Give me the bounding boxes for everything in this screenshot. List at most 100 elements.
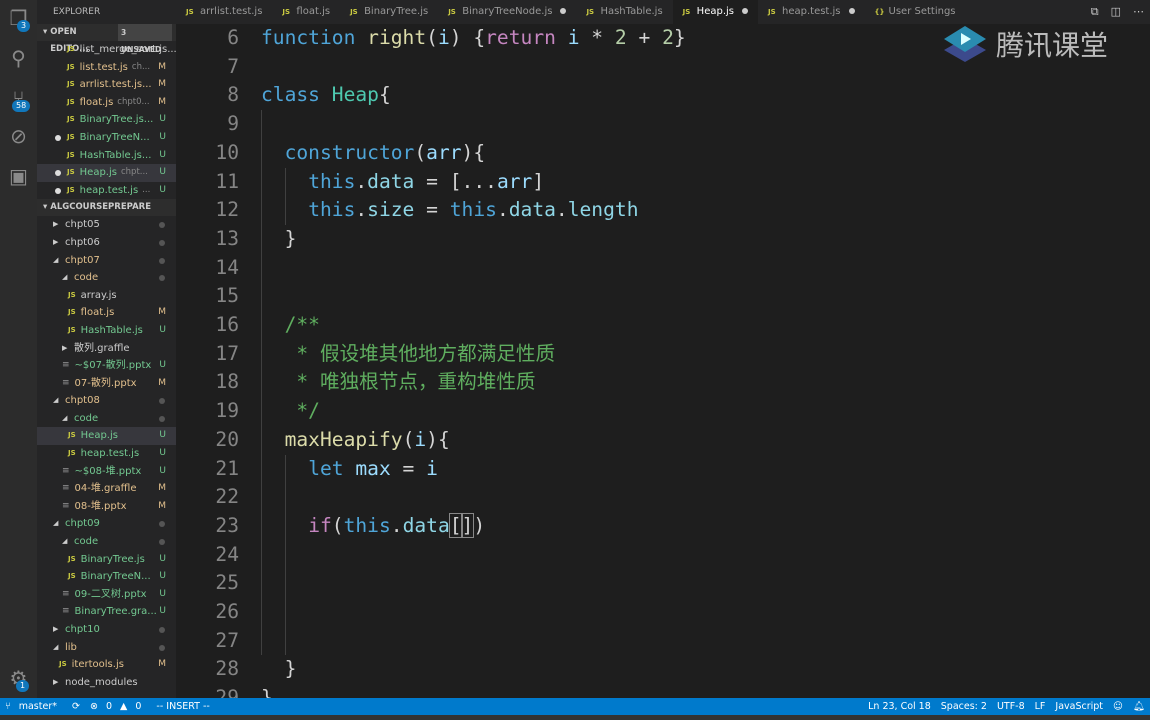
tree-item[interactable]: ▶ node_modules bbox=[37, 674, 176, 692]
tree-item[interactable]: ≡ ~$08-堆.pptx U bbox=[37, 463, 176, 481]
tree-item[interactable]: ◢ code bbox=[37, 269, 176, 287]
project-header[interactable]: ▾ ALGCOURSEPREPARE bbox=[37, 199, 176, 217]
tab-float-js[interactable]: JS float.js bbox=[272, 0, 340, 24]
tree-item[interactable]: JS BinaryTree.js U bbox=[37, 551, 176, 569]
tree-item[interactable]: ≡ 09-二叉树.pptx U bbox=[37, 586, 176, 604]
js-file-icon: JS bbox=[67, 97, 75, 106]
explorer-icon[interactable]: ❐ 3 bbox=[0, 0, 37, 36]
tree-item[interactable]: ◢ chpt08 bbox=[37, 392, 176, 410]
tree-item[interactable]: ◢ chpt07 bbox=[37, 252, 176, 270]
encoding[interactable]: UTF-8 bbox=[997, 701, 1025, 712]
tab-user-settings[interactable]: {} User Settings bbox=[865, 0, 966, 24]
more-icon[interactable]: ⋯ bbox=[1133, 0, 1144, 24]
cursor-position[interactable]: Ln 23, Col 18 bbox=[868, 701, 931, 712]
open-editor-item[interactable]: JS arrlist.test.js... M bbox=[37, 76, 176, 94]
gear-icon[interactable]: ⚙ 1 bbox=[0, 660, 37, 696]
open-editor-item[interactable]: JS heap.test.js... U bbox=[37, 182, 176, 200]
tree-item-label: 04-堆.graffle bbox=[74, 483, 137, 495]
tab-binarytree-js[interactable]: JS BinaryTree.js bbox=[340, 0, 438, 24]
watermark-text: 腾讯课堂 bbox=[996, 29, 1109, 62]
tree-item[interactable]: JS float.js M bbox=[37, 304, 176, 322]
tab-arrlist-test-js[interactable]: JS arrlist.test.js bbox=[176, 0, 272, 24]
git-status: U bbox=[159, 114, 166, 125]
open-changes-icon[interactable]: ⧉ bbox=[1091, 0, 1099, 24]
indentation[interactable]: Spaces: 2 bbox=[941, 701, 987, 712]
open-editor-item[interactable]: JS HashTable.js... U bbox=[37, 147, 176, 165]
open-editor-item[interactable]: JS float.js chpt0... M bbox=[37, 94, 176, 112]
tree-item[interactable]: JS heap.test.js U bbox=[37, 445, 176, 463]
chevron-right-icon: ▶ bbox=[62, 343, 68, 352]
tree-item[interactable]: ▶ chpt10 bbox=[37, 621, 176, 639]
tree-item[interactable]: ≡ ~$07-散列.pptx U bbox=[37, 357, 176, 375]
code-token: ( bbox=[331, 513, 344, 537]
file-name: BinaryTreeN... bbox=[79, 131, 150, 143]
line-ending[interactable]: LF bbox=[1035, 701, 1046, 712]
tree-item[interactable]: ◢ lib bbox=[37, 639, 176, 657]
tree-item[interactable]: ◢ code bbox=[37, 410, 176, 428]
tree-item[interactable]: ▶ 散列.graffle bbox=[37, 340, 176, 358]
open-editors-header[interactable]: ▾ OPEN EDITO... 3 UNSAVED bbox=[37, 24, 176, 54]
tree-item[interactable]: ≡ BinaryTree.gra... U bbox=[37, 603, 176, 621]
git-status: U bbox=[159, 588, 166, 599]
source-control-icon[interactable]: ⑂ 58 bbox=[0, 80, 37, 116]
branch-indicator[interactable]: ⑂ master* bbox=[5, 701, 62, 712]
unsaved-dot-icon bbox=[742, 8, 748, 14]
line-number: 21 bbox=[215, 456, 239, 480]
language-mode[interactable]: JavaScript bbox=[1055, 701, 1103, 712]
code-token: ) bbox=[473, 513, 486, 537]
code-token: size bbox=[367, 198, 415, 222]
tree-item[interactable]: JS itertools.js M bbox=[37, 656, 176, 674]
tree-item[interactable]: ▶ chpt06 bbox=[37, 234, 176, 252]
settings-file-icon: {} bbox=[874, 8, 885, 16]
js-file-icon: JS bbox=[67, 45, 75, 53]
debug-icon[interactable]: ⊘ bbox=[0, 118, 37, 154]
js-file-icon: JS bbox=[350, 8, 358, 16]
unsaved-dot-icon bbox=[55, 134, 61, 141]
problems-indicator[interactable]: ⊗ 0 ▲ 0 bbox=[90, 701, 146, 712]
tab-heap-js[interactable]: JS Heap.js bbox=[672, 0, 758, 24]
folder-status-dot-icon bbox=[159, 257, 165, 264]
folder-status-dot-icon bbox=[159, 627, 165, 633]
chevron-down-icon: ◢ bbox=[62, 413, 68, 422]
open-editor-item[interactable]: JS list_merge_sort.js... bbox=[37, 41, 176, 59]
open-editor-item[interactable]: JS list.test.js ch... M bbox=[37, 59, 176, 77]
scm-badge: 58 bbox=[12, 100, 31, 112]
code-token: if bbox=[308, 513, 332, 537]
open-editor-item[interactable]: JS Heap.js chpt... U bbox=[37, 164, 176, 182]
code-token: arr bbox=[496, 169, 533, 193]
js-file-icon: JS bbox=[682, 8, 691, 16]
tree-item[interactable]: ▶ chpt05 bbox=[37, 216, 176, 234]
code-line: class Heap{ bbox=[261, 81, 391, 110]
tree-item[interactable]: ◢ chpt09 bbox=[37, 515, 176, 533]
notification-bell-icon[interactable]: 🔔︎ bbox=[1133, 701, 1145, 712]
search-icon[interactable]: ⚲ bbox=[0, 40, 37, 76]
open-editors-list: JS list_merge_sort.js... JS list.test.js ch.… bbox=[37, 41, 176, 199]
git-status: U bbox=[159, 360, 166, 371]
js-file-icon: JS bbox=[586, 8, 595, 16]
tree-item-label: node_modules bbox=[65, 676, 138, 688]
tree-item[interactable]: ≡ 08-堆.pptx M bbox=[37, 498, 176, 516]
tree-item[interactable]: ◢ code bbox=[37, 533, 176, 551]
feedback-icon[interactable]: ☺ bbox=[1113, 701, 1123, 712]
tree-item[interactable]: ≡ 04-堆.graffle M bbox=[37, 480, 176, 498]
tree-item[interactable]: JS BinaryTreeN... U bbox=[37, 568, 176, 586]
sync-icon[interactable]: ⟳ bbox=[72, 701, 80, 712]
code-editor[interactable]: 6 function right(i) {return i * 2 + 2} 7 8 c… bbox=[176, 24, 1150, 698]
tab-heap-test-js[interactable]: JS heap.test.js bbox=[758, 0, 865, 24]
split-editor-icon[interactable]: ◫ bbox=[1111, 0, 1121, 24]
chevron-down-icon: ◢ bbox=[53, 255, 59, 264]
file-icon: ≡ bbox=[62, 377, 70, 388]
tree-item[interactable]: ≡ 07-散列.pptx M bbox=[37, 375, 176, 393]
code-token: 2 bbox=[614, 26, 627, 49]
tab-binarytreenode-js[interactable]: JS BinaryTreeNode.js bbox=[438, 0, 576, 24]
tree-item-label: heap.test.js bbox=[80, 448, 140, 460]
extensions-icon[interactable]: ▣ bbox=[0, 158, 37, 194]
tree-item[interactable]: JS HashTable.js U bbox=[37, 322, 176, 340]
code-token: . bbox=[390, 513, 403, 537]
tree-item[interactable]: JS array.js bbox=[37, 287, 176, 305]
open-editor-item[interactable]: JS BinaryTreeN... U bbox=[37, 129, 176, 147]
js-file-icon: JS bbox=[68, 572, 76, 581]
tab-hashtable-js[interactable]: JS HashTable.js bbox=[576, 0, 672, 24]
open-editor-item[interactable]: JS BinaryTree.js... U bbox=[37, 111, 176, 129]
tree-item[interactable]: JS Heap.js U bbox=[37, 427, 176, 446]
